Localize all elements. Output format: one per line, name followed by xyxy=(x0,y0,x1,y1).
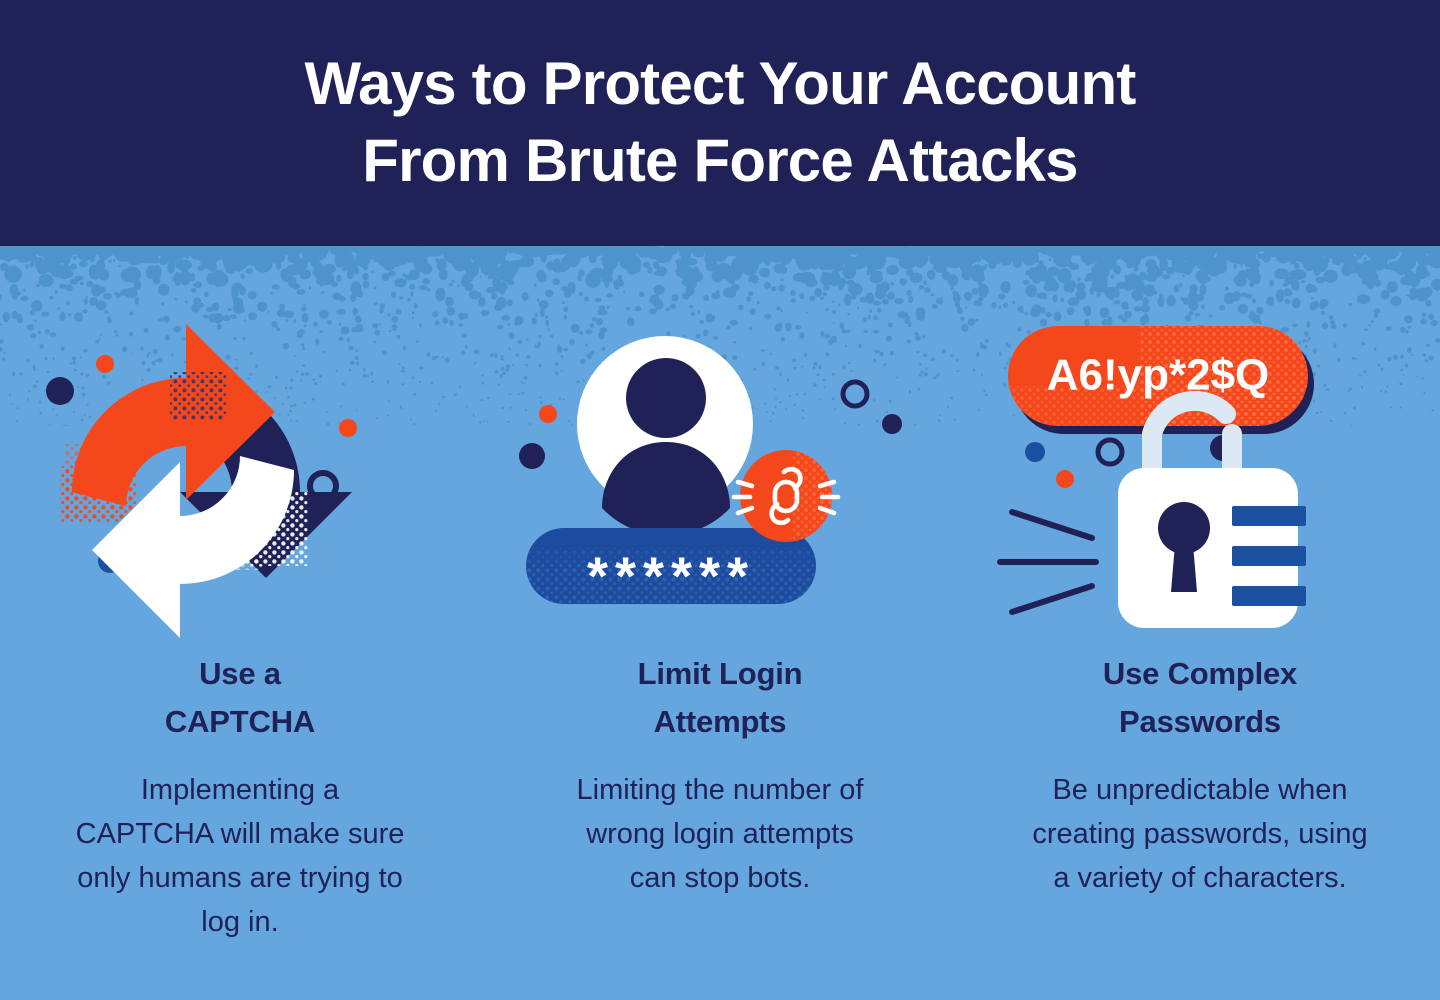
decorative-dot xyxy=(1025,442,1045,462)
card-body-captcha: Implementing a CAPTCHA will make sure on… xyxy=(75,774,405,939)
password-example-text: A6!yp*2$Q xyxy=(1047,351,1270,400)
card-heading-line-2: Attempts xyxy=(653,704,787,740)
decorative-dot xyxy=(882,414,902,434)
strength-bar xyxy=(1232,586,1306,606)
card-body-complex-passwords: Be unpredictable when creating passwords… xyxy=(1032,774,1368,895)
header-banner: Ways to Protect Your Account From Brute … xyxy=(0,0,1440,246)
card-complex-passwords: A6!yp*2$Q Use Complex Passwords Be unpre… xyxy=(960,246,1440,1000)
speed-lines-decoration xyxy=(997,509,1099,615)
page-title-line-1: Ways to Protect Your Account xyxy=(304,50,1136,118)
card-heading-captcha: Use a CAPTCHA xyxy=(165,650,315,746)
decorative-ring xyxy=(840,379,870,409)
card-heading-line-2: Passwords xyxy=(1119,704,1281,740)
card-captcha: Use a CAPTCHA Implementing a CAPTCHA wil… xyxy=(0,246,480,1000)
card-body-limit-login: Limiting the number of wrong login attem… xyxy=(576,774,864,895)
padlock-body xyxy=(1118,468,1306,628)
decorative-dot xyxy=(539,405,557,423)
decorative-dot xyxy=(96,355,114,373)
password-field-bar: ****** xyxy=(526,528,816,606)
strength-bar xyxy=(1232,546,1306,566)
decorative-dot xyxy=(1056,470,1074,488)
card-heading-line-1: Limit Login xyxy=(637,656,803,691)
card-heading-line-1: Use a xyxy=(199,656,281,691)
card-heading-complex-passwords: Use Complex Passwords xyxy=(1103,650,1297,746)
captcha-refresh-arrows-icon xyxy=(20,316,460,646)
password-strength-bars xyxy=(1232,506,1306,606)
decorative-dot xyxy=(46,377,74,405)
decorative-ring xyxy=(1095,437,1125,467)
user-password-broken-link-icon: ****** xyxy=(500,316,940,646)
card-heading-limit-login: Limit Login Attempts xyxy=(638,650,803,746)
padlock-password-pill-icon: A6!yp*2$Q xyxy=(980,316,1420,646)
page-title: Ways to Protect Your Account From Brute … xyxy=(170,46,1270,200)
decorative-dot xyxy=(519,443,545,469)
card-limit-login: ****** Limit Login Attempts Limiting the… xyxy=(480,246,960,1000)
captcha-icon-svg xyxy=(46,324,357,638)
complex-passwords-icon-svg: A6!yp*2$Q xyxy=(997,326,1314,628)
decorative-dot xyxy=(339,419,357,437)
limit-login-icon-svg: ****** xyxy=(519,336,902,606)
card-heading-line-2: CAPTCHA xyxy=(164,704,316,740)
infographic-root: Ways to Protect Your Account From Brute … xyxy=(0,0,1440,1000)
cards-row: Use a CAPTCHA Implementing a CAPTCHA wil… xyxy=(0,246,1440,1000)
password-mask-text: ****** xyxy=(587,546,755,606)
strength-bar xyxy=(1232,506,1306,526)
card-heading-line-1: Use Complex xyxy=(1102,656,1298,691)
page-title-line-2: From Brute Force Attacks xyxy=(362,127,1078,194)
